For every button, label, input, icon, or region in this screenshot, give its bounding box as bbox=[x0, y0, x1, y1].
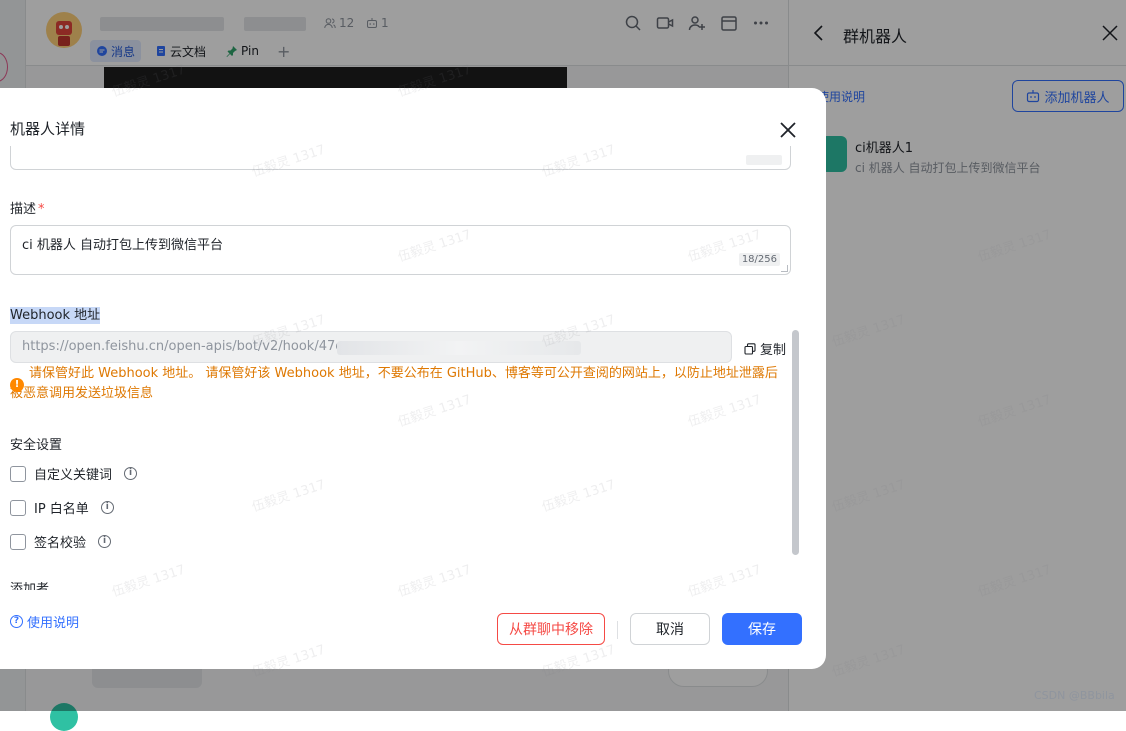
webhook-label: Webhook 地址 bbox=[10, 304, 101, 324]
security-option-keywords[interactable]: 自定义关键词 i bbox=[10, 464, 138, 483]
ip-whitelist-label: IP 白名单 bbox=[34, 502, 89, 517]
webhook-warning: 请保管好此 Webhook 地址。 请保管好该 Webhook 地址，不要公布在… bbox=[10, 366, 778, 401]
required-mark: * bbox=[38, 202, 45, 217]
info-icon[interactable]: i bbox=[98, 535, 112, 548]
bot-name-field[interactable] bbox=[10, 146, 791, 170]
resize-handle[interactable] bbox=[781, 265, 788, 272]
description-label-text: 描述 bbox=[10, 202, 37, 217]
description-label: 描述 * bbox=[10, 198, 45, 217]
save-button[interactable]: 保存 bbox=[722, 613, 802, 645]
description-textarea[interactable]: ci 机器人 自动打包上传到微信平台 18/256 bbox=[10, 225, 791, 275]
description-value: ci 机器人 自动打包上传到微信平台 bbox=[22, 238, 224, 253]
modal-title: 机器人详情 bbox=[10, 120, 86, 138]
keywords-checkbox[interactable] bbox=[10, 465, 26, 482]
bot-details-modal: 机器人详情 描述 * ci 机器人 自动打包上传到微信平台 18/256 Webh… bbox=[0, 88, 826, 669]
description-char-count: 18/256 bbox=[738, 253, 780, 266]
warning-icon: ! bbox=[10, 378, 24, 392]
added-by-label: 添加者 bbox=[10, 582, 50, 590]
signature-checkbox[interactable] bbox=[10, 533, 26, 550]
copy-label: 复制 bbox=[760, 343, 787, 358]
webhook-url-field[interactable]: https://open.feishu.cn/open-apis/bot/v2/… bbox=[10, 331, 732, 363]
security-option-signature[interactable]: 签名校验 i bbox=[10, 532, 112, 551]
ip-whitelist-checkbox[interactable] bbox=[10, 499, 26, 516]
csdn-credit: CSDN @BBbila bbox=[1034, 689, 1115, 702]
copy-icon bbox=[744, 342, 756, 355]
help-icon: ? bbox=[10, 615, 23, 628]
char-count bbox=[746, 155, 782, 165]
remove-from-group-button[interactable]: 从群聊中移除 bbox=[497, 613, 605, 645]
info-icon[interactable]: i bbox=[100, 501, 114, 514]
usage-guide-link[interactable]: ? 使用说明 bbox=[10, 612, 79, 631]
modal-body: 描述 * ci 机器人 自动打包上传到微信平台 18/256 Webhook 地址… bbox=[0, 146, 826, 590]
webhook-label-text: Webhook 地址 bbox=[10, 307, 101, 324]
button-divider bbox=[617, 621, 618, 639]
cancel-button[interactable]: 取消 bbox=[630, 613, 710, 645]
security-option-ip-whitelist[interactable]: IP 白名单 i bbox=[10, 498, 114, 517]
usage-guide-label: 使用说明 bbox=[27, 616, 80, 631]
info-icon[interactable]: i bbox=[124, 467, 138, 480]
copy-button[interactable]: 复制 bbox=[744, 339, 786, 358]
close-icon[interactable] bbox=[778, 120, 798, 140]
keywords-label: 自定义关键词 bbox=[34, 468, 113, 483]
webhook-url-value: https://open.feishu.cn/open-apis/bot/v2/… bbox=[22, 339, 344, 354]
modal-footer: ? 使用说明 从群聊中移除 取消 保存 bbox=[0, 590, 826, 669]
signature-label: 签名校验 bbox=[34, 536, 87, 551]
security-settings-label: 安全设置 bbox=[10, 438, 63, 453]
blurred-url-part bbox=[337, 341, 581, 355]
modal-scrollbar[interactable] bbox=[792, 330, 799, 555]
